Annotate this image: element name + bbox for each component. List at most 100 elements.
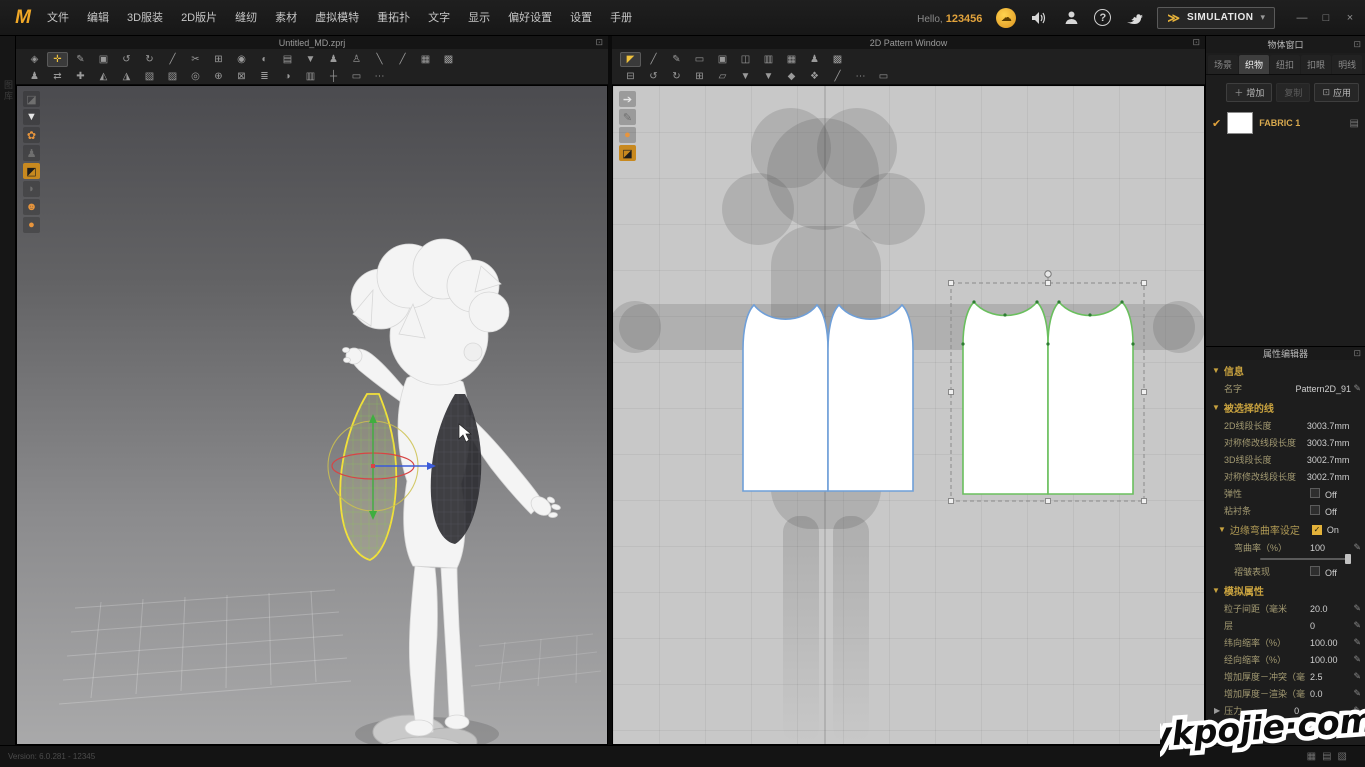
edit-bend-rate-icon[interactable]: ✎ [1349, 542, 1361, 553]
menu-item-3d-garment[interactable]: 3D服装 [118, 6, 172, 30]
stitch-cross-tool[interactable]: ┼ [323, 69, 344, 84]
bend-rate-slider[interactable] [1206, 556, 1365, 563]
garment-fit-tool[interactable]: ▤ [277, 52, 298, 67]
fabric-check-icon[interactable]: ✔ [1212, 117, 1221, 130]
transform-pattern-tool[interactable]: ◤ [620, 52, 641, 67]
window-2d-float-icon[interactable]: ⊡ [1192, 37, 1200, 48]
rotate-ccw-tool[interactable]: ↺ [643, 69, 664, 84]
menu-item-manual[interactable]: 手册 [601, 6, 641, 30]
copy-fabric-button[interactable]: 复制 [1276, 83, 1310, 102]
coin-icon[interactable]: ☁ [996, 8, 1016, 28]
edit-icon[interactable]: ✎ [619, 109, 636, 125]
fabric-strip-tool[interactable]: ▥ [300, 69, 321, 84]
expand-arrow-icon[interactable]: ▶ [1214, 706, 1220, 715]
arrangement-cloth-icon[interactable]: ◪ [23, 91, 40, 107]
edit-value-icon[interactable]: ✎ [1349, 688, 1361, 699]
edit-value-icon[interactable]: ✎ [1349, 654, 1361, 665]
avatar-silhouette-tool[interactable]: ♟ [804, 52, 825, 67]
left-collapsed-rail[interactable]: 图库 [0, 36, 16, 745]
avatar-head-icon[interactable]: ☻ [23, 199, 40, 215]
layout-view-icon[interactable]: ▧ [1338, 751, 1347, 762]
arrangement-ball-icon[interactable]: ● [23, 217, 40, 233]
simulation-caret-icon[interactable]: ▾ [1260, 12, 1265, 23]
menu-item-avatar[interactable]: 虚拟模特 [306, 6, 368, 30]
menu-item-retopology[interactable]: 重拓扑 [368, 6, 419, 30]
flatten-left-tool[interactable]: ◭ [93, 69, 114, 84]
transform-pattern-tool[interactable]: ▣ [93, 52, 114, 67]
menu-item-display[interactable]: 显示 [459, 6, 499, 30]
username-text[interactable]: 123456 [946, 13, 983, 25]
more-tools[interactable]: ⋯ [369, 69, 390, 84]
flatten-right-tool[interactable]: ◮ [116, 69, 137, 84]
pressure-slider[interactable] [1206, 719, 1365, 726]
plane-tool[interactable]: ▭ [346, 69, 367, 84]
garment-show-tool[interactable]: ▼ [300, 52, 321, 67]
button-tool[interactable]: ◎ [185, 69, 206, 84]
viewport-2d[interactable]: ➔ ✎ ● ◪ [612, 85, 1205, 745]
menu-item-edit[interactable]: 编辑 [78, 6, 118, 30]
free-sewing-tool[interactable]: ◉ [231, 52, 252, 67]
help-icon[interactable]: ? [1094, 9, 1111, 26]
rotate-cw-tool[interactable]: ↻ [139, 52, 160, 67]
pattern-box-icon[interactable]: ◪ [619, 145, 636, 161]
pattern-name-value[interactable]: Pattern2D_91 [1295, 384, 1351, 394]
gear-flower-icon[interactable]: ✿ [23, 127, 40, 143]
shirt-b-tool[interactable]: ▼ [758, 69, 779, 84]
zipper-tool[interactable]: ≣ [254, 69, 275, 84]
grid-view-icon[interactable]: ▦ [1307, 751, 1316, 762]
show-garment-icon[interactable]: ▼ [23, 109, 40, 125]
trace-tool[interactable]: ▱ [712, 69, 733, 84]
edit-pattern-tool[interactable]: ╱ [643, 52, 664, 67]
cloth-shade-icon[interactable]: ◗ [23, 181, 40, 197]
select-gem-tool[interactable]: ◈ [24, 52, 45, 67]
rail-label[interactable]: 图库 [2, 80, 15, 102]
fabric-swatch[interactable] [1227, 112, 1253, 134]
measure-tool[interactable]: ╱ [392, 52, 413, 67]
tab-buttonhole[interactable]: 扣眼 [1301, 55, 1331, 74]
tab-button[interactable]: 纽扣 [1270, 55, 1300, 74]
bird-icon[interactable] [1125, 9, 1143, 27]
rotate-ccw-tool[interactable]: ↺ [116, 52, 137, 67]
sphere-icon[interactable]: ● [619, 127, 636, 143]
edit-curvature-tool[interactable]: ✎ [666, 52, 687, 67]
symmetry-tool[interactable]: ⊞ [689, 69, 710, 84]
shirt-a-tool[interactable]: ▼ [735, 69, 756, 84]
segment-sewing-tool[interactable]: ⊞ [208, 52, 229, 67]
viewport-3d[interactable]: ◪ ▼ ✿ ♟ ◩ ◗ ☻ ● [16, 85, 608, 745]
bend-checkbox[interactable]: ✓ [1312, 525, 1322, 535]
rectangle-tool[interactable]: ◫ [735, 52, 756, 67]
simulation-button[interactable]: ≫ SIMULATION ▾ [1157, 7, 1275, 29]
baseline-tool[interactable]: ▭ [873, 69, 894, 84]
print-layout-tool[interactable]: ❖ [804, 69, 825, 84]
property-editor-float-icon[interactable]: ⊡ [1353, 348, 1361, 359]
edit-value-icon[interactable]: ✎ [1349, 603, 1361, 614]
menu-item-sewing[interactable]: 缝纫 [226, 6, 266, 30]
window-2d-titlebar[interactable]: 2D Pattern Window ⊡ [612, 36, 1205, 49]
edit-pin-tool[interactable]: ✎ [70, 52, 91, 67]
unfold-tool[interactable]: ⊟ [620, 69, 641, 84]
menu-item-material[interactable]: 素材 [266, 6, 306, 30]
edit-value-icon[interactable]: ✎ [1349, 637, 1361, 648]
section-fabric[interactable]: ▼ 织物 [1206, 726, 1365, 745]
mesh-a-tool[interactable]: ▧ [139, 69, 160, 84]
brush-tool[interactable]: ✂ [185, 52, 206, 67]
cursor-icon[interactable]: ➔ [619, 91, 636, 107]
polygon-tool[interactable]: ▣ [712, 52, 733, 67]
tab-scene[interactable]: 场景 [1208, 55, 1238, 74]
pleats-tool[interactable]: ▦ [781, 52, 802, 67]
mesh-b-tool[interactable]: ▨ [162, 69, 183, 84]
attach-button-tool[interactable]: ⊠ [231, 69, 252, 84]
avatar-pose-tool[interactable]: ♙ [346, 52, 367, 67]
section-selected-line[interactable]: ▼ 被选择的线 [1206, 397, 1365, 417]
menu-item-text[interactable]: 文字 [419, 6, 459, 30]
menu-item-2d-pattern[interactable]: 2D版片 [172, 6, 226, 30]
tape-tool[interactable]: ╲ [369, 52, 390, 67]
edit-value-icon[interactable]: ✎ [1349, 671, 1361, 682]
arrangement-points-icon[interactable]: ◩ [23, 163, 40, 179]
show-avatar-icon[interactable]: ♟ [23, 145, 40, 161]
menu-item-settings[interactable]: 设置 [561, 6, 601, 30]
move-gizmo-tool[interactable]: ✛ [47, 52, 68, 67]
walk-avatar-tool[interactable]: ♟ [24, 69, 45, 84]
apply-fabric-button[interactable]: ⊡ 应用 [1314, 83, 1359, 102]
edit-value-icon[interactable]: ✎ [1349, 620, 1361, 631]
